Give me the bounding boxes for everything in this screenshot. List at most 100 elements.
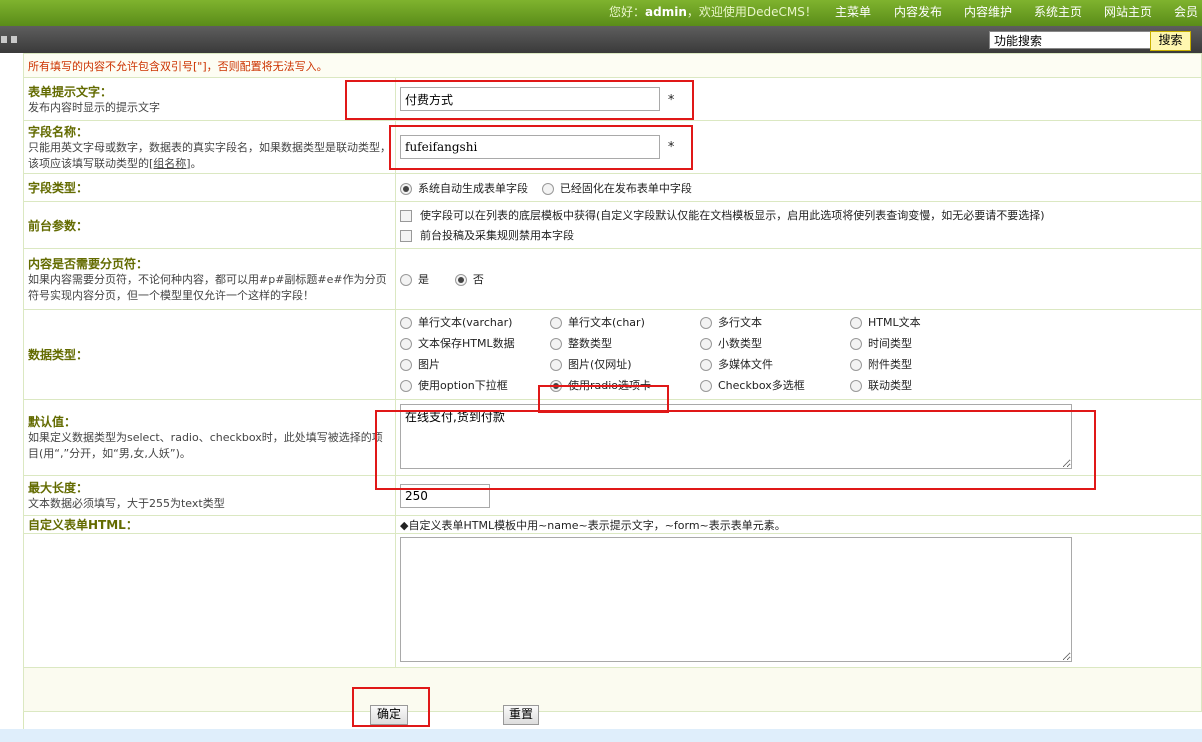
radio[interactable] — [850, 358, 862, 371]
maxlength-input[interactable] — [400, 483, 490, 508]
required-mark: * — [667, 92, 675, 108]
fieldname-value-cell: * — [395, 120, 1202, 174]
datatype-option[interactable]: 小数类型 — [700, 335, 762, 351]
itemname-input[interactable] — [400, 87, 660, 111]
datatype-option[interactable]: 整数类型 — [550, 335, 612, 351]
datatype-option[interactable]: 图片 — [400, 356, 440, 372]
itemname-label-cell: 表单提示文字： 发布内容时显示的提示文字 — [23, 77, 396, 121]
search-button[interactable]: 搜索 — [1150, 31, 1191, 51]
pagebreak-title: 内容是否需要分页符： — [28, 256, 149, 271]
datatype-option[interactable]: 多行文本 — [700, 314, 762, 330]
radio[interactable] — [550, 337, 562, 350]
customhtml-textarea[interactable] — [400, 536, 1072, 662]
greeting-prefix: 您好： — [609, 5, 646, 19]
pagebreak-option-yes[interactable]: 是 — [400, 271, 429, 287]
menu-toggle-icon[interactable] — [1, 36, 19, 44]
warning-text: 所有填写的内容不允许包含双引号["]，否则配置将无法写入。 — [23, 53, 1202, 78]
radio[interactable] — [850, 316, 862, 329]
fieldtype-option-auto[interactable]: 系统自动生成表单字段 — [400, 180, 528, 196]
radio[interactable] — [400, 379, 412, 392]
radio[interactable] — [541, 182, 554, 195]
nav-main-menu[interactable]: 主菜单 — [835, 3, 871, 20]
radio[interactable] — [700, 358, 712, 371]
reset-button[interactable]: 重置 — [503, 705, 539, 725]
nav-content-maintain[interactable]: 内容维护 — [964, 3, 1012, 20]
datatype-option[interactable]: 文本保存HTML数据 — [400, 335, 515, 351]
fieldtype-label-cell: 字段类型： — [23, 173, 396, 202]
default-value-cell: 在线支付,货到付款 — [395, 399, 1202, 476]
fieldtype-value-cell: 系统自动生成表单字段 已经固化在发布表单中字段 — [395, 173, 1202, 202]
datatype-value-cell: 单行文本(varchar) 单行文本(char) 多行文本 HTML文本文本保存HTM… — [395, 309, 1202, 400]
radio[interactable] — [400, 316, 412, 329]
itemname-value-cell: * — [395, 77, 1202, 121]
option-label: 使用option下拉框 — [418, 378, 508, 392]
checkbox[interactable] — [400, 210, 412, 222]
customhtml-hint: ◆自定义表单HTML模板中用~name~表示提示文字，~form~表示表单元素。 — [395, 515, 1202, 534]
pagebreak-option-no[interactable]: 否 — [454, 271, 484, 287]
group-name-link[interactable]: [组名称] — [149, 157, 191, 170]
option-label: 图片 — [418, 357, 440, 371]
radio-selected[interactable] — [400, 182, 412, 195]
option-label: 时间类型 — [868, 336, 912, 350]
fieldname-desc-text: 只能用英文字母或数字，数据表的真实字段名，如果数据类型是联动类型，该项应该填写联… — [28, 140, 391, 170]
default-value-textarea[interactable]: 在线支付,货到付款 — [400, 403, 1072, 469]
datatype-option[interactable]: 单行文本(varchar) — [400, 314, 512, 330]
greeting-suffix: ，欢迎使用DedeCMS！ — [686, 5, 817, 19]
frontparams-option-disable[interactable]: 前台投稿及采集规则禁用本字段 — [400, 227, 574, 243]
fieldtype-option-fixed[interactable]: 已经固化在发布表单中字段 — [541, 180, 692, 196]
submit-button[interactable]: 确定 — [370, 705, 408, 725]
radio-selected[interactable] — [454, 274, 467, 286]
datatype-option[interactable]: HTML文本 — [850, 314, 921, 330]
maxlength-label-cell: 最大长度： 文本数据必须填写，大于255为text类型 — [23, 475, 396, 516]
option-label: 整数类型 — [568, 336, 612, 350]
default-desc: 如果定义数据类型为select、radio、checkbox时，此处填写被选择的… — [28, 431, 383, 460]
option-label: 已经固化在发布表单中字段 — [559, 181, 692, 195]
pagebreak-value-cell: 是 否 — [395, 248, 1202, 310]
datatype-option[interactable]: 图片(仅网址) — [550, 356, 632, 372]
form-buttons-row — [23, 667, 1202, 712]
datatype-title: 数据类型： — [28, 348, 89, 362]
radio[interactable] — [850, 379, 862, 392]
option-label: 联动类型 — [868, 378, 912, 392]
radio[interactable] — [850, 337, 862, 350]
datatype-option[interactable]: 使用option下拉框 — [400, 377, 508, 393]
radio[interactable] — [700, 316, 712, 329]
option-label: 图片(仅网址) — [568, 357, 632, 371]
frontparams-option-list[interactable]: 使字段可以在列表的底层模板中获得(自定义字段默认仅能在文档模板显示，启用此选项将… — [400, 207, 1045, 223]
pagebreak-label-cell: 内容是否需要分页符： 如果内容需要分页符，不论何种内容，都可以用#p#副标题#e… — [23, 248, 396, 310]
datatype-option[interactable]: 联动类型 — [850, 377, 912, 393]
maxlength-desc: 文本数据必须填写，大于255为text类型 — [28, 497, 225, 510]
frontparams-value-cell: 使字段可以在列表的底层模板中获得(自定义字段默认仅能在文档模板显示，启用此选项将… — [395, 201, 1202, 249]
radio[interactable] — [700, 379, 712, 392]
datatype-label-cell: 数据类型： — [23, 309, 396, 400]
fieldname-input[interactable] — [400, 135, 660, 159]
radio[interactable] — [550, 316, 562, 329]
datatype-option[interactable]: 时间类型 — [850, 335, 912, 351]
radio[interactable] — [400, 274, 412, 286]
maxlength-value-cell — [395, 475, 1202, 516]
nav-content-publish[interactable]: 内容发布 — [894, 3, 942, 20]
radio[interactable] — [400, 337, 412, 350]
datatype-option[interactable]: Checkbox多选框 — [700, 377, 805, 393]
option-label: 使字段可以在列表的底层模板中获得(自定义字段默认仅能在文档模板显示，启用此选项将… — [420, 209, 1045, 222]
datatype-option[interactable]: 附件类型 — [850, 356, 912, 372]
datatype-option[interactable]: 多媒体文件 — [700, 356, 773, 372]
option-label: 单行文本(varchar) — [418, 315, 513, 329]
radio[interactable] — [700, 337, 712, 350]
radio[interactable] — [550, 358, 562, 371]
datatype-option[interactable]: 使用radio选项卡 — [550, 377, 651, 393]
customhtml-empty-cell — [23, 533, 396, 668]
frontparams-label-cell: 前台参数： — [23, 201, 396, 249]
nav-member[interactable]: 会员 — [1174, 3, 1198, 20]
datatype-option[interactable]: 单行文本(char) — [550, 314, 645, 330]
radio-selected[interactable] — [550, 379, 562, 392]
checkbox[interactable] — [400, 230, 412, 242]
itemname-desc: 发布内容时显示的提示文字 — [28, 100, 160, 114]
nav-site-home[interactable]: 网站主页 — [1104, 3, 1152, 20]
field-edit-form: 所有填写的内容不允许包含双引号["]，否则配置将无法写入。 表单提示文字： 发布… — [23, 53, 1202, 712]
nav-system-home[interactable]: 系统主页 — [1034, 3, 1082, 20]
customhtml-label-cell: 自定义表单HTML： — [23, 515, 396, 534]
function-search-input[interactable] — [989, 31, 1151, 49]
status-strip — [0, 729, 1202, 742]
radio[interactable] — [400, 358, 412, 371]
